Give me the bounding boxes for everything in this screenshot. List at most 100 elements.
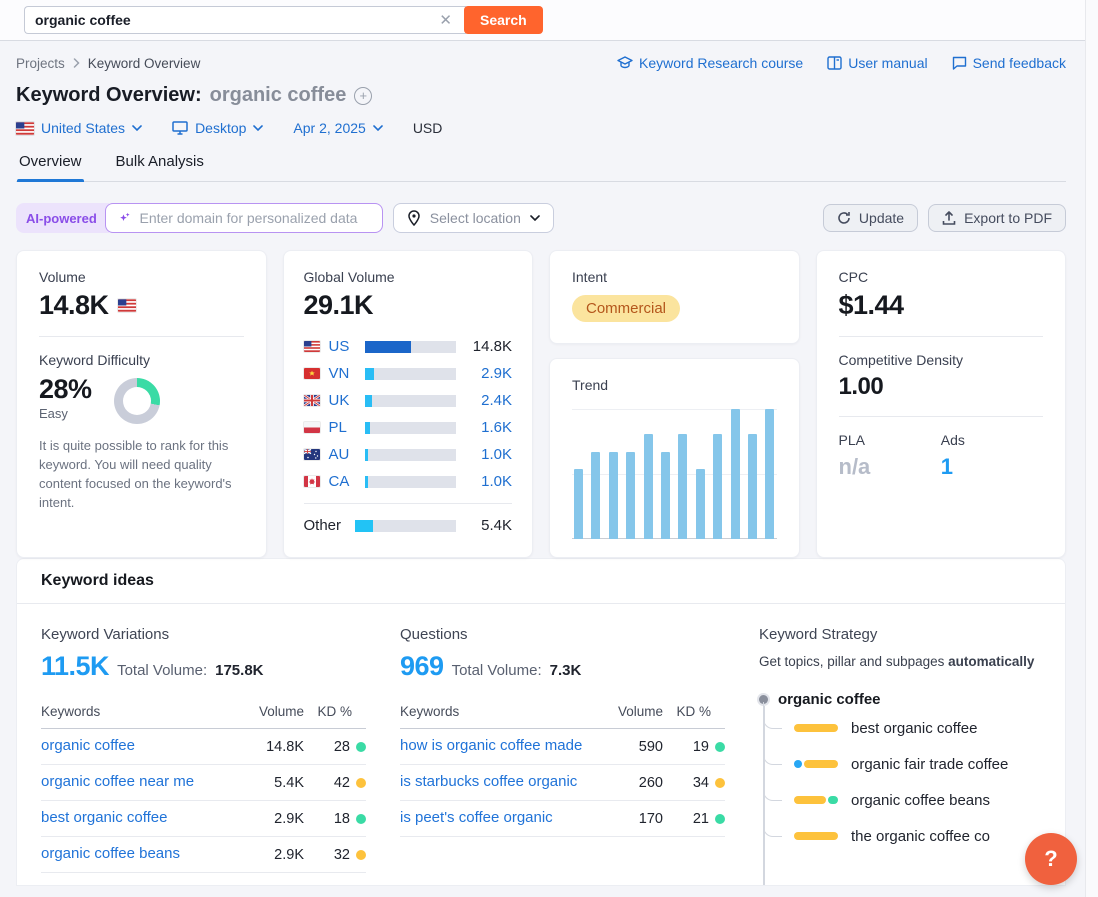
location-select[interactable]: Select location <box>393 203 554 233</box>
desktop-icon <box>172 121 188 135</box>
location-select-label: Select location <box>430 210 521 226</box>
top-search-bar: ✕ Search <box>0 0 1098 41</box>
update-button[interactable]: Update <box>823 204 918 232</box>
keyword-kd: 28 <box>304 739 366 755</box>
tab-bulk-analysis[interactable]: Bulk Analysis <box>114 153 206 181</box>
chat-bubble-icon <box>952 56 967 70</box>
keyword-link[interactable]: is starbucks coffee organic <box>400 772 599 792</box>
country-volume-value[interactable]: 1.6K <box>468 419 512 436</box>
cpc-value: $1.44 <box>839 290 1044 321</box>
strategy-root-node[interactable]: organic coffee <box>759 691 1041 708</box>
chevron-down-icon <box>530 215 540 221</box>
questions-total-label: Total Volume: <box>452 662 542 679</box>
add-keyword-icon[interactable]: + <box>354 87 372 105</box>
breadcrumb: Projects Keyword Overview <box>16 56 200 71</box>
keyword-row: how is organic coffee made 590 19 <box>400 729 725 765</box>
scrollbar-track[interactable] <box>1085 0 1098 897</box>
clear-search-icon[interactable]: ✕ <box>435 11 456 29</box>
cpc-card: CPC $1.44 Competitive Density 1.00 PLA n… <box>816 250 1067 558</box>
keyword-link[interactable]: is peet's coffee organic <box>400 808 599 828</box>
keyword-link[interactable]: best organic coffee <box>41 808 240 828</box>
country-filter[interactable]: United States <box>16 120 142 136</box>
strategy-child-node[interactable]: organic fair trade coffee <box>759 746 1041 782</box>
trend-bar-chart <box>572 409 777 539</box>
keyword-kd: 18 <box>304 811 366 827</box>
domain-input-field[interactable] <box>105 203 383 233</box>
export-icon <box>942 211 956 226</box>
country-code-link[interactable]: VN <box>329 365 359 382</box>
search-input[interactable] <box>35 12 435 28</box>
keyword-search-field[interactable]: ✕ <box>24 6 466 34</box>
chevron-down-icon <box>373 125 383 131</box>
keyword-volume: 5.4K <box>240 775 304 791</box>
export-button-label: Export to PDF <box>964 210 1052 226</box>
export-to-pdf-button[interactable]: Export to PDF <box>928 204 1066 232</box>
country-volume-value[interactable]: 1.0K <box>468 446 512 463</box>
keyword-link[interactable]: how is organic coffee made <box>400 736 599 756</box>
book-icon <box>827 56 842 70</box>
trend-bar <box>748 434 757 539</box>
vn-flag-icon <box>304 368 320 379</box>
questions-count[interactable]: 969 <box>400 651 444 682</box>
keyword-research-course-link[interactable]: Keyword Research course <box>617 55 803 71</box>
keyword-link[interactable]: organic coffee beans <box>41 844 240 864</box>
country-code-link[interactable]: UK <box>329 392 359 409</box>
kd-value: 28% <box>39 374 92 405</box>
global-volume-card: Global Volume 29.1K US 14.8K VN 2.9K UK … <box>283 250 534 558</box>
ads-value[interactable]: 1 <box>941 454 1043 480</box>
au-flag-icon <box>304 449 320 460</box>
strategy-child-node[interactable]: best organic coffee <box>759 710 1041 746</box>
country-volume-value[interactable]: 2.4K <box>468 392 512 409</box>
search-button[interactable]: Search <box>464 6 543 34</box>
device-filter-label: Desktop <box>195 120 246 136</box>
date-filter[interactable]: Apr 2, 2025 <box>293 120 382 136</box>
col-kd: KD % <box>663 704 725 719</box>
country-code-link[interactable]: US <box>329 338 359 355</box>
keyword-volume: 2.9K <box>240 811 304 827</box>
table-header: Keywords Volume KD % <box>41 704 366 729</box>
kd-dot-icon <box>715 742 725 752</box>
chevron-right-icon <box>73 58 80 68</box>
location-pin-icon <box>407 210 421 226</box>
link-label: Keyword Research course <box>639 55 803 71</box>
country-code-link[interactable]: CA <box>329 473 359 490</box>
table-header: Keywords Volume KD % <box>400 704 725 729</box>
tab-overview[interactable]: Overview <box>17 153 84 181</box>
kd-dot-icon <box>356 742 366 752</box>
trend-bar <box>609 452 618 539</box>
keyword-kd: 42 <box>304 775 366 791</box>
country-volume-value[interactable]: 2.9K <box>468 365 512 382</box>
breadcrumb-projects[interactable]: Projects <box>16 56 65 71</box>
variations-count[interactable]: 11.5K <box>41 651 109 682</box>
country-code-link[interactable]: AU <box>329 446 359 463</box>
domain-input[interactable] <box>140 210 370 226</box>
help-button[interactable]: ? <box>1025 833 1077 885</box>
device-filter[interactable]: Desktop <box>172 120 263 136</box>
user-manual-link[interactable]: User manual <box>827 55 927 71</box>
keyword-ideas-title: Keyword ideas <box>17 559 1065 604</box>
strategy-subtitle: Get topics, pillar and subpages automati… <box>759 654 1041 669</box>
graduation-cap-icon <box>617 56 633 70</box>
questions-total-value: 7.3K <box>550 662 582 679</box>
us-flag-icon <box>304 341 320 352</box>
country-volume-bar <box>365 449 457 461</box>
keyword-link[interactable]: organic coffee <box>41 736 240 756</box>
cpc-label: CPC <box>839 269 1044 285</box>
us-flag-icon <box>118 299 136 312</box>
strategy-child-node[interactable]: the organic coffee co <box>759 818 1041 854</box>
col-volume: Volume <box>240 704 304 719</box>
intent-card: Intent Commercial <box>549 250 800 344</box>
country-volume-bar <box>365 395 457 407</box>
country-volume-bar <box>365 476 457 488</box>
update-button-label: Update <box>859 210 904 226</box>
competitive-density-value: 1.00 <box>839 373 1044 401</box>
global-volume-other-row: Other 5.4K <box>304 512 513 539</box>
col-keywords: Keywords <box>400 704 599 719</box>
send-feedback-link[interactable]: Send feedback <box>952 55 1066 71</box>
breadcrumb-keyword-overview[interactable]: Keyword Overview <box>88 56 201 71</box>
country-code-link[interactable]: PL <box>329 419 359 436</box>
keyword-link[interactable]: organic coffee near me <box>41 772 240 792</box>
strategy-child-node[interactable]: organic coffee beans <box>759 782 1041 818</box>
country-volume-value[interactable]: 1.0K <box>468 473 512 490</box>
global-volume-row: VN 2.9K <box>304 360 513 387</box>
